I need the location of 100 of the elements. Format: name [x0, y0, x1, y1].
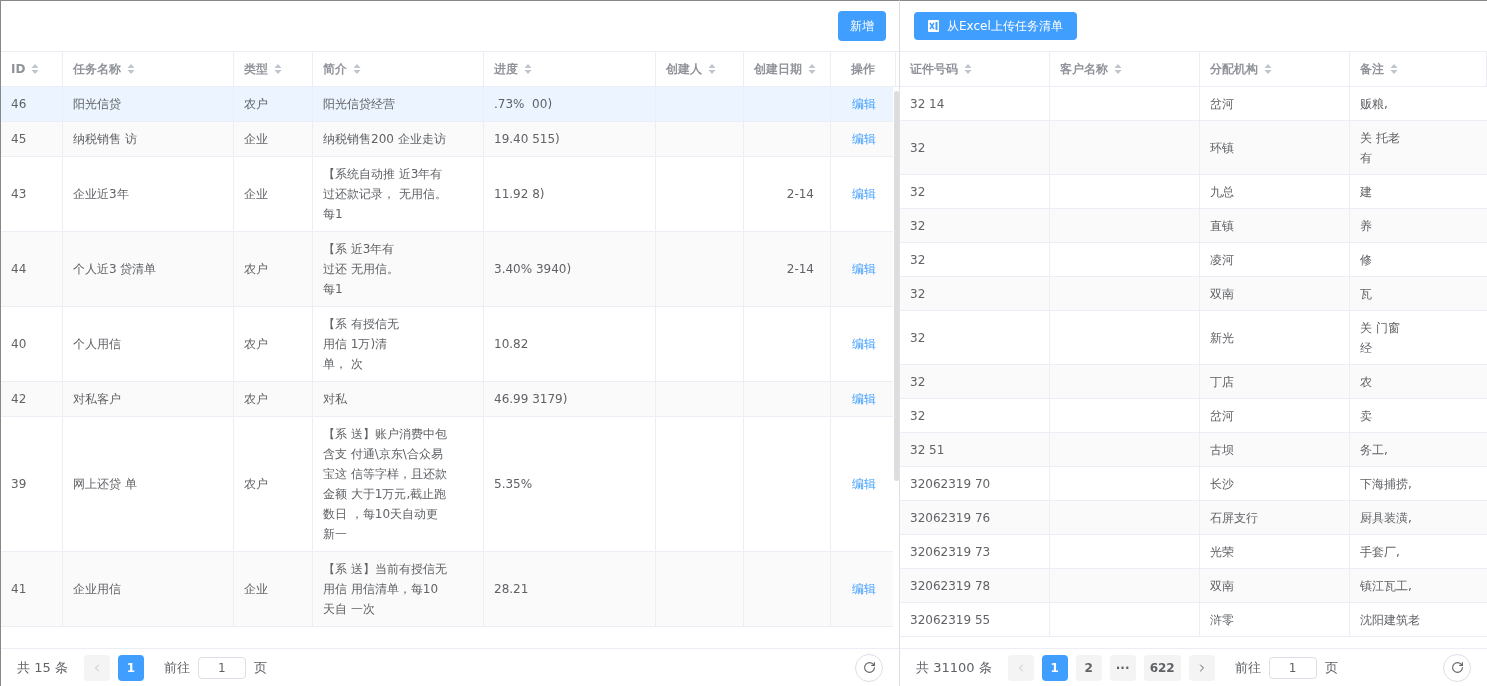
table-cell-text: 32 — [910, 251, 926, 269]
table-cell-text: 【系 有授信无 — [323, 316, 400, 333]
table-row[interactable]: 43 企业近3年 企业 【系统自动推 近3年有 过还款记录， 无用信。 每1 11.92 8) 2-14 编辑 — [1, 157, 893, 232]
table-cell-text: 过还款记录， 无用信。 — [323, 186, 448, 203]
edit-link[interactable]: 编辑 — [851, 130, 876, 148]
scrollbar-thumb[interactable] — [893, 91, 899, 481]
page-suffix: 页 — [1324, 658, 1338, 677]
column-header: ID — [11, 61, 26, 78]
edit-link[interactable]: 编辑 — [851, 335, 876, 353]
table-cell-text: 农户 — [244, 391, 268, 408]
sort-icon[interactable] — [1390, 63, 1398, 75]
next-page-button[interactable] — [1188, 654, 1215, 681]
table-cell-text: 丁店 — [1210, 373, 1234, 391]
table-row[interactable]: 42 对私客户 农户 对私 46.99 3179) 编辑 — [1, 382, 893, 417]
table-cell-text: 浒零 — [1210, 611, 1234, 629]
column-header: 客户名称 — [1060, 61, 1108, 78]
edit-link[interactable]: 编辑 — [851, 475, 876, 493]
table-cell-text: 九总 — [1210, 183, 1234, 201]
sort-icon[interactable] — [964, 63, 972, 75]
table-cell-text: 金额 大于1万元,截止跑 — [323, 486, 448, 503]
table-cell-text: 岔河 — [1210, 407, 1234, 425]
table-cell-text: 农户 — [244, 336, 268, 353]
table-row[interactable]: 45 纳税销售 访 企业 纳税销售200 企业走访 19.40 515) 编辑 — [1, 122, 893, 157]
page-button[interactable]: ··· — [1109, 654, 1136, 681]
table-cell-text: 关 托老 — [1360, 129, 1401, 147]
sort-icon[interactable] — [808, 63, 816, 75]
table-cell-text: 5.35% — [494, 476, 533, 493]
page-button[interactable]: 2 — [1075, 654, 1102, 681]
sort-icon[interactable] — [1264, 63, 1272, 75]
sort-icon[interactable] — [353, 63, 361, 75]
table-cell-text: 40 — [11, 336, 27, 353]
edit-link[interactable]: 编辑 — [851, 390, 876, 408]
sort-icon[interactable] — [708, 63, 716, 75]
table-cell-text: 19.40 515) — [494, 131, 560, 148]
table-cell-text: 农 — [1360, 373, 1373, 391]
table-cell-text: 纳税销售200 企业走访 — [323, 131, 447, 148]
table-cell-text: 每1 — [323, 281, 344, 298]
table-cell-text: 32062319 73 — [910, 543, 991, 561]
goto-label: 前往 — [163, 658, 190, 677]
table-cell-text: 32062319 55 — [910, 611, 991, 629]
table-cell-text: 32 14 — [910, 95, 945, 113]
table-cell-text: 44 — [11, 261, 27, 278]
table-cell-text: 2-14 — [786, 186, 814, 203]
table-row[interactable]: 40 个人用信 农户 【系 有授信无 用信 1万)清 单， 次 10.82 编辑 — [1, 307, 893, 382]
edit-link[interactable]: 编辑 — [851, 185, 876, 203]
table-cell-text: 农户 — [244, 261, 268, 278]
table-cell-text: 对私 — [323, 391, 348, 408]
sort-icon[interactable] — [274, 63, 282, 75]
total-count: 共 15 条 — [17, 658, 68, 677]
table-cell-text: 企业近3年 — [73, 186, 129, 203]
table-cell-text: 有 — [1360, 149, 1373, 167]
column-header: 创建人 — [666, 61, 702, 78]
table-cell-text: 32 — [910, 329, 926, 347]
table-cell-text: 手套厂, — [1360, 543, 1401, 561]
table-cell-text: 3.40% 3940) — [494, 261, 572, 278]
table-cell-text: 2-14 — [786, 261, 814, 278]
table-cell-text: 【系 送】当前有授信无 — [323, 561, 448, 578]
table-cell-text: 阳光信贷 — [73, 96, 121, 113]
table-cell-text: 修 — [1360, 251, 1373, 269]
table-cell-text: 32062319 76 — [910, 509, 991, 527]
page-input[interactable]: 1 — [1268, 656, 1317, 679]
column-header: 任务名称 — [73, 61, 121, 78]
table-cell-text: 阳光信贷经营 — [323, 96, 396, 113]
table-row[interactable]: 39 网上还贷 单 农户 【系 送】账户消费中包 含支 付通\京东\合众易 宝这 信等字样，且还款 金额 大于1万元,截止跑 数日 ，每10天自动更 新一 5.35% 编辑 — [1, 417, 893, 552]
table-row[interactable]: 44 个人近3 贷清单 农户 【系 近3年有 过还 无用信。 每1 3.40% 3940) 2-14 编辑 — [1, 232, 893, 307]
sort-icon[interactable] — [524, 63, 532, 75]
previous-page-button[interactable] — [1007, 654, 1034, 681]
table-cell-text: 46.99 3179) — [494, 391, 568, 408]
table-cell-text: 用信 用信清单，每10 — [323, 581, 440, 598]
table-cell-text: 务工, — [1360, 441, 1389, 459]
table-cell-text: 32 — [910, 183, 926, 201]
column-header: 进度 — [494, 61, 518, 78]
table-cell-text: 每1 — [323, 206, 344, 223]
table-cell-text: 卖 — [1360, 407, 1373, 425]
table-cell-text: 45 — [11, 131, 27, 148]
table-row[interactable]: 46 阳光信贷 农户 阳光信贷经营 .73% 00) 编辑 — [1, 87, 893, 122]
column-header: 操作 — [851, 61, 875, 78]
previous-page-button[interactable] — [83, 654, 110, 681]
sort-icon[interactable] — [127, 63, 135, 75]
table-row[interactable]: 41 企业用信 企业 【系 送】当前有授信无 用信 用信清单，每10 天自 一次 28.21 编辑 — [1, 552, 893, 627]
sort-icon[interactable] — [31, 63, 40, 75]
page-input[interactable]: 1 — [197, 656, 246, 679]
table-cell-text: 11.92 8) — [494, 186, 545, 203]
table-cell-text: 过还 无用信。 — [323, 261, 400, 278]
page-button[interactable]: 622 — [1143, 654, 1181, 681]
table-cell-text: 直镇 — [1210, 217, 1234, 235]
sort-icon[interactable] — [1114, 63, 1122, 75]
edit-link[interactable]: 编辑 — [851, 260, 876, 278]
table-cell-text: 新一 — [323, 526, 348, 543]
table-cell-text: 32 51 — [910, 441, 945, 459]
table-cell-text: 含支 付通\京东\合众易 — [323, 446, 444, 463]
table-cell-text: 32 — [910, 407, 926, 425]
refresh-icon — [1450, 661, 1464, 674]
table-cell-text: 养 — [1360, 217, 1373, 235]
edit-link[interactable]: 编辑 — [851, 580, 876, 598]
table-cell-text: 建 — [1360, 183, 1373, 201]
table-cell-text: 镇江瓦工, — [1360, 577, 1413, 595]
table-cell-text: 39 — [11, 476, 27, 493]
table-cell-text: 环镇 — [1210, 139, 1234, 157]
goto-label: 前往 — [1234, 658, 1261, 677]
